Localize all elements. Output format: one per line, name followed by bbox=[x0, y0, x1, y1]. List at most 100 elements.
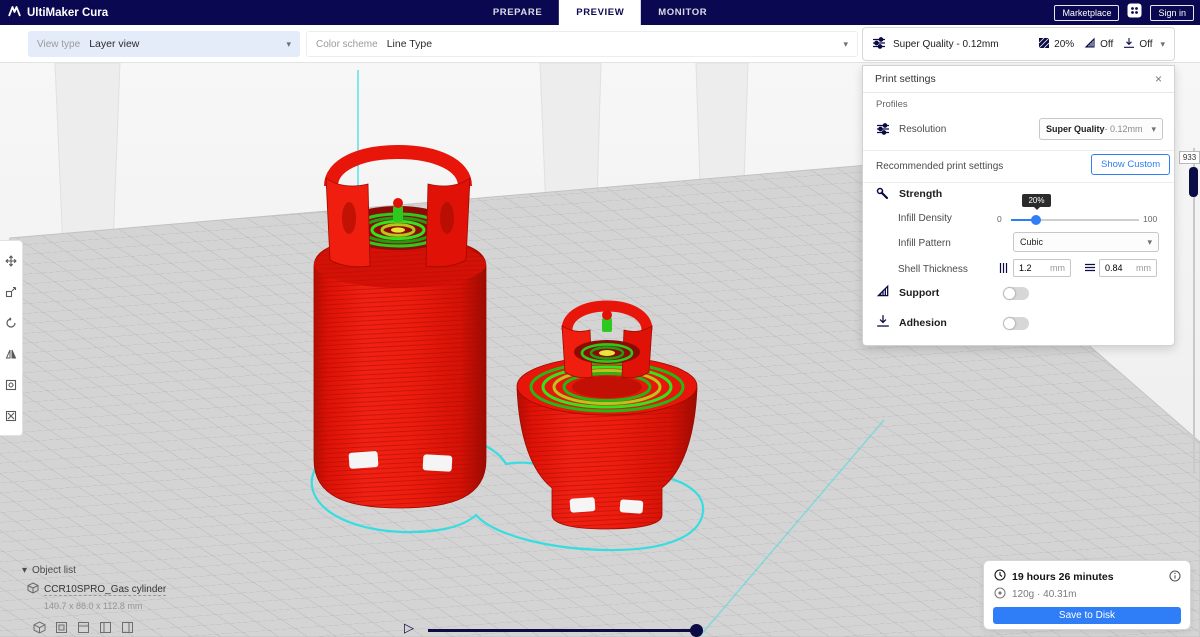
info-icon[interactable] bbox=[1169, 569, 1181, 587]
recommended-settings-label: Recommended print settings bbox=[876, 161, 1004, 172]
per-model-settings-icon[interactable] bbox=[4, 377, 19, 392]
resolution-label: Resolution bbox=[899, 124, 947, 135]
wall-thickness-unit: mm bbox=[1050, 263, 1065, 273]
support-summary-value: Off bbox=[1100, 38, 1114, 50]
rotate-tool-icon[interactable] bbox=[4, 315, 19, 330]
top-bar-right: Marketplace Sign in bbox=[1054, 0, 1194, 25]
save-to-disk-button[interactable]: Save to Disk bbox=[993, 607, 1181, 624]
adhesion-toggle[interactable] bbox=[1003, 317, 1029, 330]
object-list: ▾ Object list CCR10SPRO_Gas cylinder 140… bbox=[22, 565, 167, 611]
infill-density-slider[interactable] bbox=[1011, 212, 1139, 228]
support-icon bbox=[876, 284, 890, 298]
app-title: UltiMaker Cura bbox=[27, 6, 109, 19]
layer-slider-handle[interactable] bbox=[1189, 167, 1198, 197]
adhesion-summary-value: Off bbox=[1139, 38, 1153, 50]
job-summary-card: 19 hours 26 minutes 120g · 40.31m Save t… bbox=[983, 560, 1191, 630]
chevron-down-icon: ▾ bbox=[1151, 123, 1156, 134]
ultimaker-logo-icon bbox=[8, 5, 21, 20]
adhesion-icon bbox=[1123, 37, 1135, 52]
material-usage-value: 120g · 40.31m bbox=[1012, 589, 1077, 600]
tab-monitor[interactable]: MONITOR bbox=[641, 0, 724, 25]
adhesion-icon bbox=[876, 314, 890, 328]
support-blocker-icon[interactable] bbox=[4, 408, 19, 423]
profiles-label: Profiles bbox=[876, 99, 908, 110]
clock-icon bbox=[994, 569, 1006, 584]
chevron-down-icon: ▾ bbox=[22, 565, 28, 576]
resolution-icon bbox=[876, 122, 890, 136]
object-name[interactable]: CCR10SPRO_Gas cylinder bbox=[44, 584, 167, 596]
move-tool-icon[interactable] bbox=[4, 253, 19, 268]
chevron-down-icon: ▾ bbox=[843, 38, 848, 49]
view-type-value: Layer view bbox=[89, 38, 140, 50]
resolution-dropdown[interactable]: Super Quality - 0.12mm ▾ bbox=[1039, 118, 1163, 140]
print-time-value: 19 hours 26 minutes bbox=[1012, 570, 1114, 583]
model-gas-cylinder-large[interactable] bbox=[313, 144, 487, 509]
color-scheme-label: Color scheme bbox=[316, 38, 378, 50]
object-list-toggle[interactable]: ▾ Object list bbox=[22, 565, 166, 576]
wall-thickness-icon bbox=[998, 261, 1012, 275]
top-bar: UltiMaker Cura PREPARE PREVIEW MONITOR M… bbox=[0, 0, 1200, 25]
view-front-icon[interactable] bbox=[55, 621, 68, 634]
resolution-detail: - 0.12mm bbox=[1104, 124, 1143, 134]
chevron-down-icon: ▾ bbox=[1147, 236, 1152, 247]
strength-section-title: Strength bbox=[899, 188, 943, 200]
camera-view-presets bbox=[33, 621, 134, 634]
top-bottom-thickness-value: 0.84 bbox=[1105, 263, 1123, 273]
wall-thickness-input[interactable]: 1.2 mm bbox=[1013, 259, 1071, 277]
sign-in-button[interactable]: Sign in bbox=[1150, 4, 1194, 21]
left-tool-panel bbox=[0, 240, 23, 436]
account-icon[interactable] bbox=[1127, 3, 1142, 23]
strength-wrench-icon bbox=[876, 187, 890, 201]
slider-handle[interactable] bbox=[1031, 215, 1041, 225]
color-scheme-dropdown[interactable]: Color scheme Line Type ▾ bbox=[306, 31, 858, 57]
wall-thickness-value: 1.2 bbox=[1019, 263, 1032, 273]
infill-pattern-label: Infill Pattern bbox=[898, 238, 951, 249]
active-profile-label: Super Quality - 0.12mm bbox=[893, 38, 999, 50]
marketplace-button[interactable]: Marketplace bbox=[1054, 4, 1120, 21]
simulation-scrubber-track[interactable] bbox=[428, 629, 696, 632]
slider-max-label: 100 bbox=[1143, 214, 1158, 224]
brand: UltiMaker Cura bbox=[8, 0, 108, 25]
view-right-icon[interactable] bbox=[121, 621, 134, 634]
support-toggle[interactable] bbox=[1003, 287, 1029, 300]
infill-pattern-dropdown[interactable]: Cubic ▾ bbox=[1013, 232, 1159, 252]
slider-min-label: 0 bbox=[997, 214, 1002, 224]
support-icon bbox=[1084, 37, 1096, 52]
support-label: Support bbox=[899, 287, 940, 299]
infill-icon bbox=[1038, 37, 1050, 52]
infill-pattern-value: Cubic bbox=[1020, 237, 1044, 247]
top-bottom-thickness-input[interactable]: 0.84 mm bbox=[1099, 259, 1157, 277]
sliders-icon bbox=[872, 36, 886, 53]
infill-summary-value: 20% bbox=[1054, 38, 1075, 50]
print-settings-title: Print settings bbox=[875, 73, 936, 85]
view-left-icon[interactable] bbox=[99, 621, 112, 634]
show-custom-button[interactable]: Show Custom bbox=[1091, 154, 1171, 175]
view-type-label: View type bbox=[37, 38, 81, 50]
play-simulation-button[interactable]: ▷ bbox=[404, 620, 414, 636]
object-list-label: Object list bbox=[32, 565, 76, 576]
print-setup-summary[interactable]: Super Quality - 0.12mm 20% Off Off ▾ bbox=[862, 27, 1175, 61]
top-bottom-thickness-unit: mm bbox=[1136, 263, 1151, 273]
mirror-tool-icon[interactable] bbox=[4, 346, 19, 361]
simulation-scrubber-handle[interactable] bbox=[690, 624, 703, 637]
current-layer-value: 933 bbox=[1179, 151, 1200, 164]
cube-icon bbox=[27, 582, 39, 597]
view-3d-icon[interactable] bbox=[33, 621, 46, 634]
object-list-item[interactable]: CCR10SPRO_Gas cylinder bbox=[27, 582, 167, 597]
shell-thickness-label: Shell Thickness bbox=[898, 264, 968, 275]
close-icon[interactable]: × bbox=[1155, 72, 1162, 86]
infill-density-label: Infill Density bbox=[898, 213, 952, 224]
tab-prepare[interactable]: PREPARE bbox=[476, 0, 559, 25]
chevron-down-icon: ▾ bbox=[1160, 38, 1165, 49]
scale-tool-icon[interactable] bbox=[4, 284, 19, 299]
color-scheme-value: Line Type bbox=[386, 38, 433, 50]
top-bottom-thickness-icon bbox=[1084, 261, 1098, 275]
view-top-icon[interactable] bbox=[77, 621, 90, 634]
adhesion-label: Adhesion bbox=[899, 317, 947, 329]
view-type-dropdown[interactable]: View type Layer view ▾ bbox=[28, 31, 300, 57]
tab-preview[interactable]: PREVIEW bbox=[559, 0, 642, 25]
cura-window: UltiMaker Cura PREPARE PREVIEW MONITOR M… bbox=[0, 0, 1200, 637]
resolution-value: Super Quality bbox=[1046, 124, 1105, 134]
stage-tabs: PREPARE PREVIEW MONITOR bbox=[476, 0, 724, 25]
chevron-down-icon: ▾ bbox=[286, 38, 291, 49]
